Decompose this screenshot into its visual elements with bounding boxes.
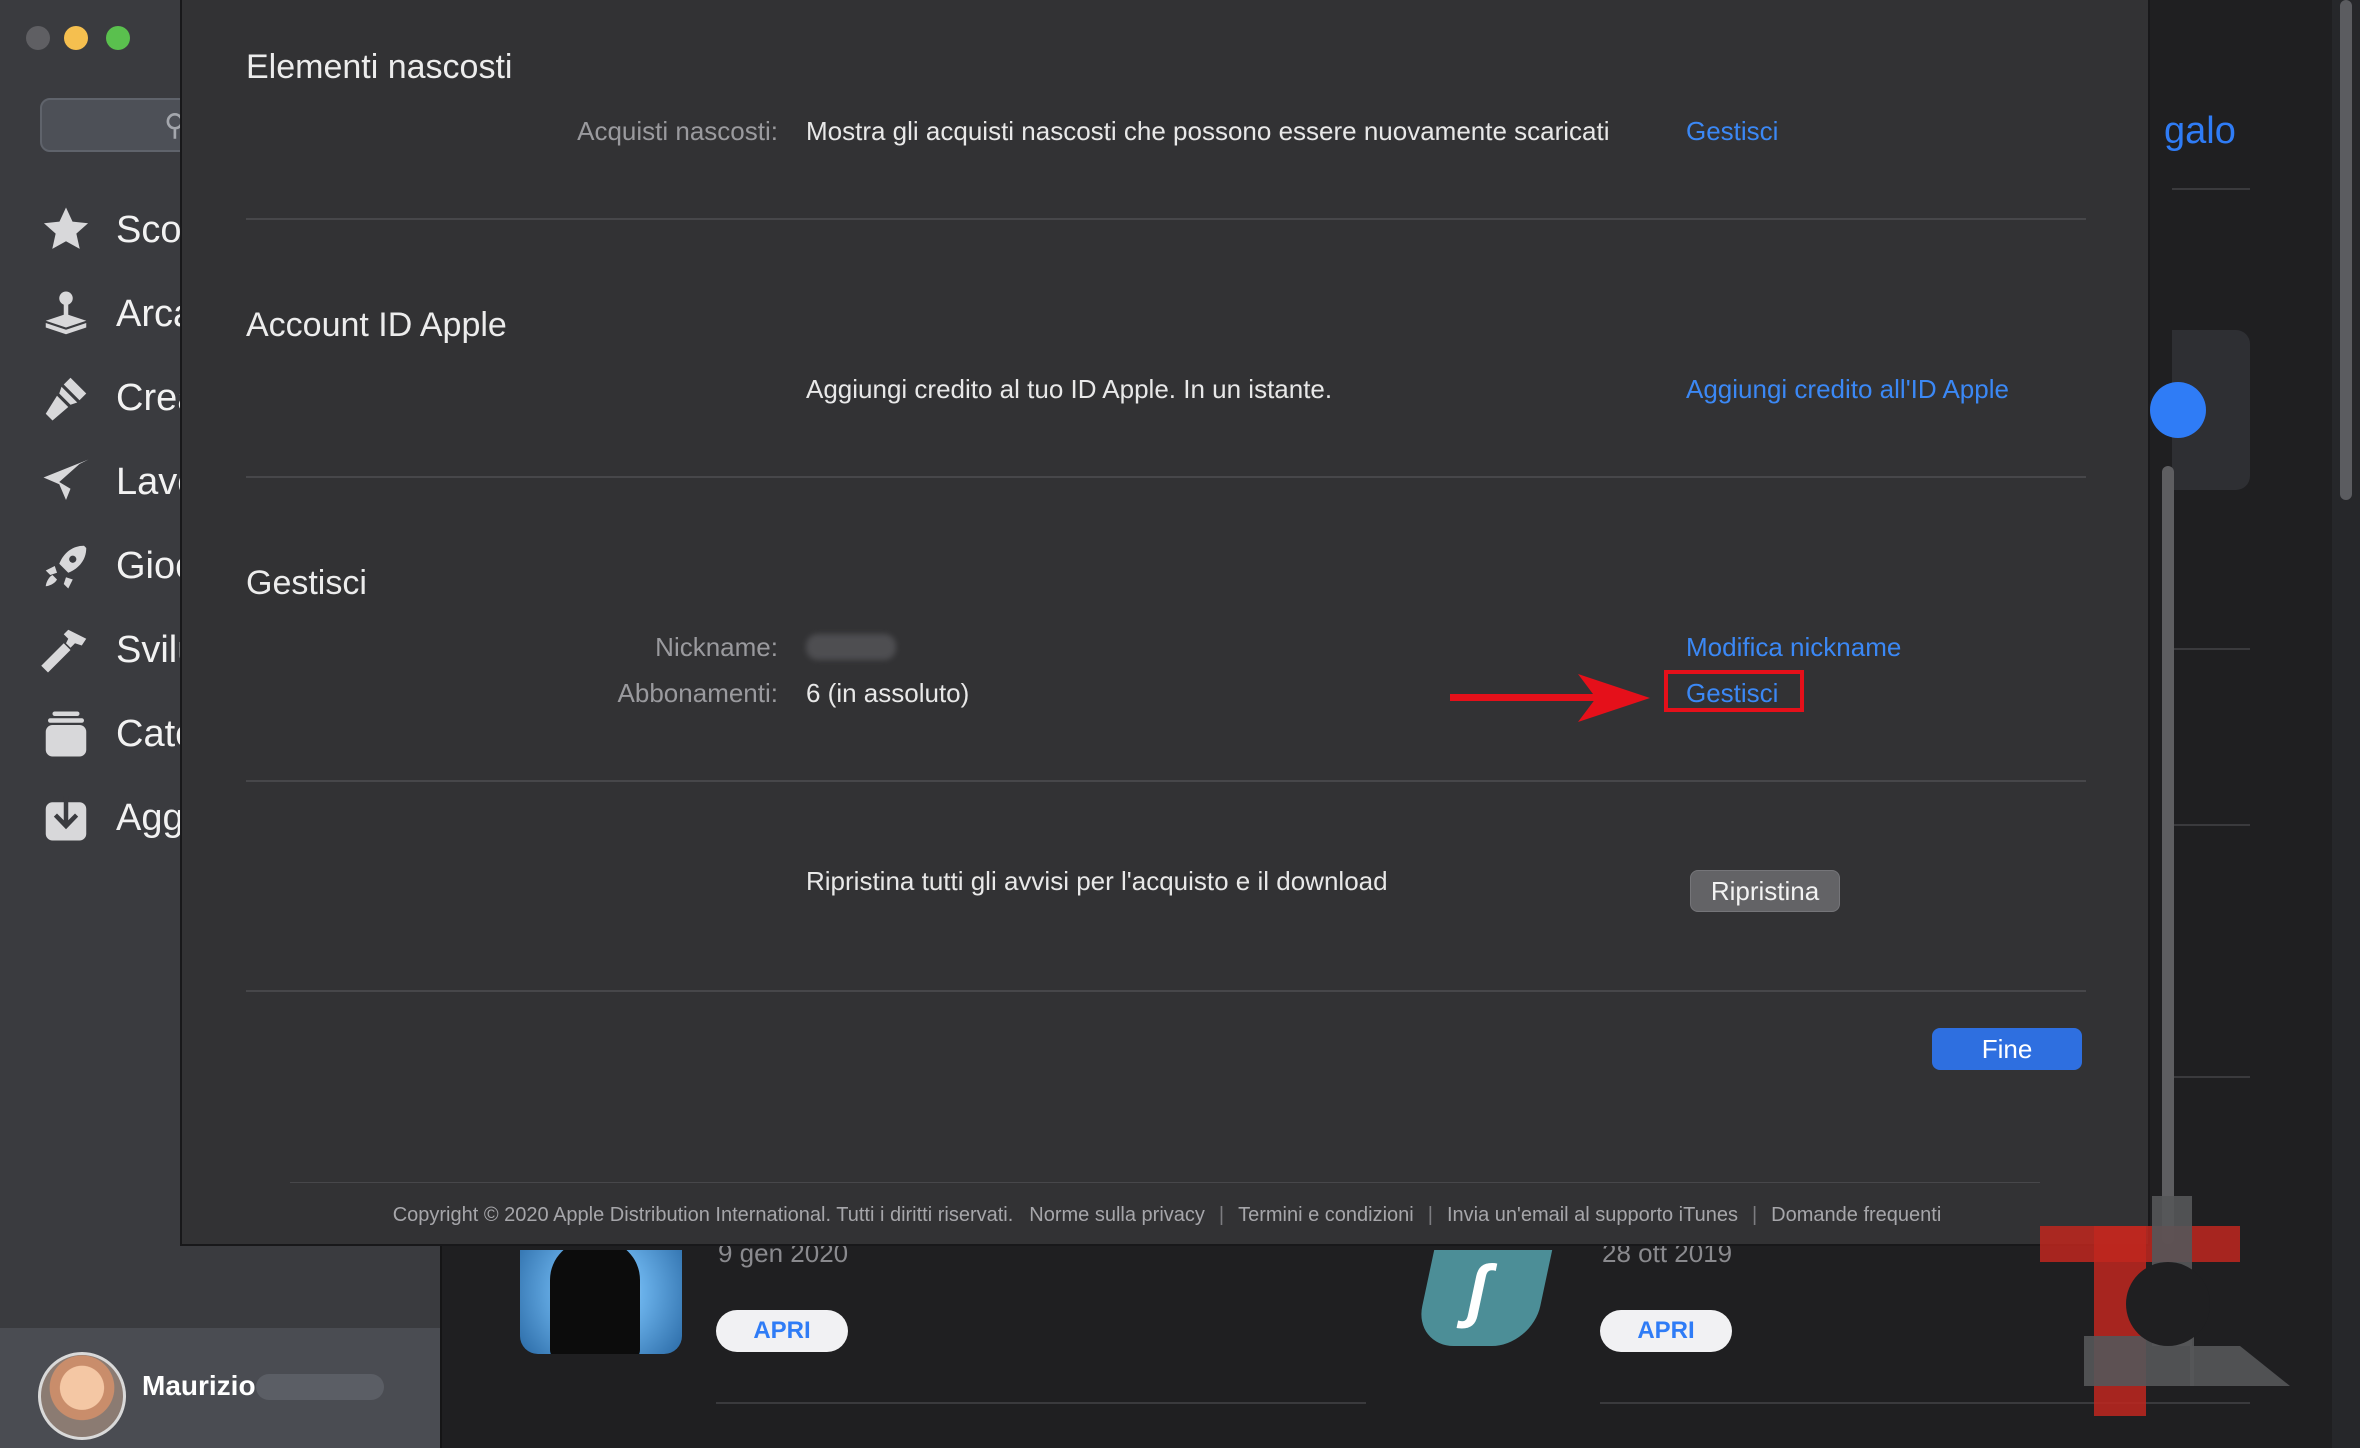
footer-separator: | [1751, 1204, 1758, 1226]
redacted-nickname [806, 634, 896, 660]
user-name: Maurizio [142, 1370, 256, 1401]
annotation-arrow-icon [1450, 674, 1650, 722]
subscriptions-count: 6 (in assoluto) [806, 678, 970, 708]
sidebar-item-play[interactable]: Gioc [36, 536, 194, 596]
divider [716, 1402, 1366, 1404]
nickname-label: Nickname: [655, 632, 778, 662]
section-title-apple-id: Account ID Apple [246, 306, 507, 344]
sidebar-item-label: Agg [116, 796, 184, 839]
divider [290, 1182, 2040, 1183]
star-icon [36, 200, 96, 260]
app-icon[interactable]: ʃ [1413, 1250, 1553, 1346]
open-app-button[interactable]: APRI [1600, 1310, 1732, 1352]
manage-hidden-purchases-link[interactable]: Gestisci [1686, 116, 1778, 147]
rocket-icon [36, 536, 96, 596]
sidebar-item-create[interactable]: Crea [36, 368, 198, 428]
joystick-icon [36, 284, 96, 344]
divider [2172, 188, 2250, 190]
footer-link-faq[interactable]: Domande frequenti [1771, 1204, 1941, 1227]
add-credit-link[interactable]: Aggiungi credito all'ID Apple [1686, 374, 2009, 405]
sidebar-item-work[interactable]: Lavo [36, 452, 198, 512]
divider [2172, 1076, 2250, 1078]
account-settings-sheet: Elementi nascosti Acquisti nascosti: Mos… [180, 0, 2174, 1246]
copyright-text: Copyright © 2020 Apple Distribution Inte… [392, 1204, 1014, 1226]
open-app-button[interactable]: APRI [716, 1310, 848, 1352]
window-scroll-thumb[interactable] [2340, 0, 2352, 500]
divider [246, 218, 2086, 220]
sidebar-item-label: Sco [116, 208, 182, 251]
annotation-highlight-box [1664, 670, 1804, 712]
divider [2172, 648, 2250, 650]
edit-nickname-link[interactable]: Modifica nickname [1686, 632, 1901, 663]
sheet-scroll-thumb[interactable] [2162, 466, 2174, 1244]
divider [246, 780, 2086, 782]
reset-button[interactable]: Ripristina [1690, 870, 1840, 912]
divider [246, 476, 2086, 478]
footer-link-terms[interactable]: Termini e condizioni [1238, 1204, 1414, 1227]
divider [246, 990, 2086, 992]
divider [2172, 824, 2250, 826]
section-title-hidden-items: Elementi nascosti [246, 48, 513, 86]
card-badge [2150, 382, 2206, 438]
hidden-purchases-description: Mostra gli acquisti nascosti che possono… [806, 116, 1610, 146]
app-icon[interactable] [520, 1250, 682, 1354]
minimize-window-button[interactable] [64, 26, 88, 50]
site-watermark-logo [2040, 1196, 2290, 1416]
footer-link-privacy[interactable]: Norme sulla privacy [1029, 1204, 1205, 1227]
section-title-manage: Gestisci [246, 564, 367, 602]
sidebar-item-categories[interactable]: Cate [36, 704, 196, 764]
zoom-window-button[interactable] [106, 26, 130, 50]
hammer-icon [36, 620, 96, 680]
user-account-panel[interactable]: Maurizio [0, 1328, 440, 1448]
close-window-button[interactable] [26, 26, 50, 50]
sidebar-item-discover[interactable]: Sco [36, 200, 181, 260]
avatar [38, 1352, 126, 1440]
sidebar-item-arcade[interactable]: Arca [36, 284, 194, 344]
featured-card[interactable] [2150, 330, 2250, 490]
subscriptions-label: Abbonamenti: [617, 678, 778, 708]
sidebar-item-updates[interactable]: Agg [36, 788, 184, 848]
layers-icon [36, 704, 96, 764]
download-icon [36, 788, 96, 848]
footer: Copyright © 2020 Apple Distribution Inte… [182, 1204, 2152, 1227]
app-artwork: ʃ [1457, 1251, 1498, 1329]
hidden-purchases-label: Acquisti nascosti: [577, 116, 778, 146]
paper-plane-icon [36, 452, 96, 512]
brush-icon [36, 368, 96, 428]
done-button[interactable]: Fine [1932, 1028, 2082, 1070]
footer-separator: | [1427, 1204, 1433, 1226]
header-link[interactable]: galo [2164, 110, 2236, 153]
sidebar-item-develop[interactable]: Svilu [36, 620, 198, 680]
footer-link-support-email[interactable]: Invia un'email al supporto iTunes [1447, 1204, 1738, 1227]
app-artwork [550, 1250, 640, 1354]
redacted-surname [256, 1374, 384, 1400]
reset-alerts-description: Ripristina tutti gli avvisi per l'acquis… [806, 866, 1388, 896]
add-credit-description: Aggiungi credito al tuo ID Apple. In un … [806, 374, 1333, 404]
footer-separator: | [1218, 1204, 1225, 1226]
